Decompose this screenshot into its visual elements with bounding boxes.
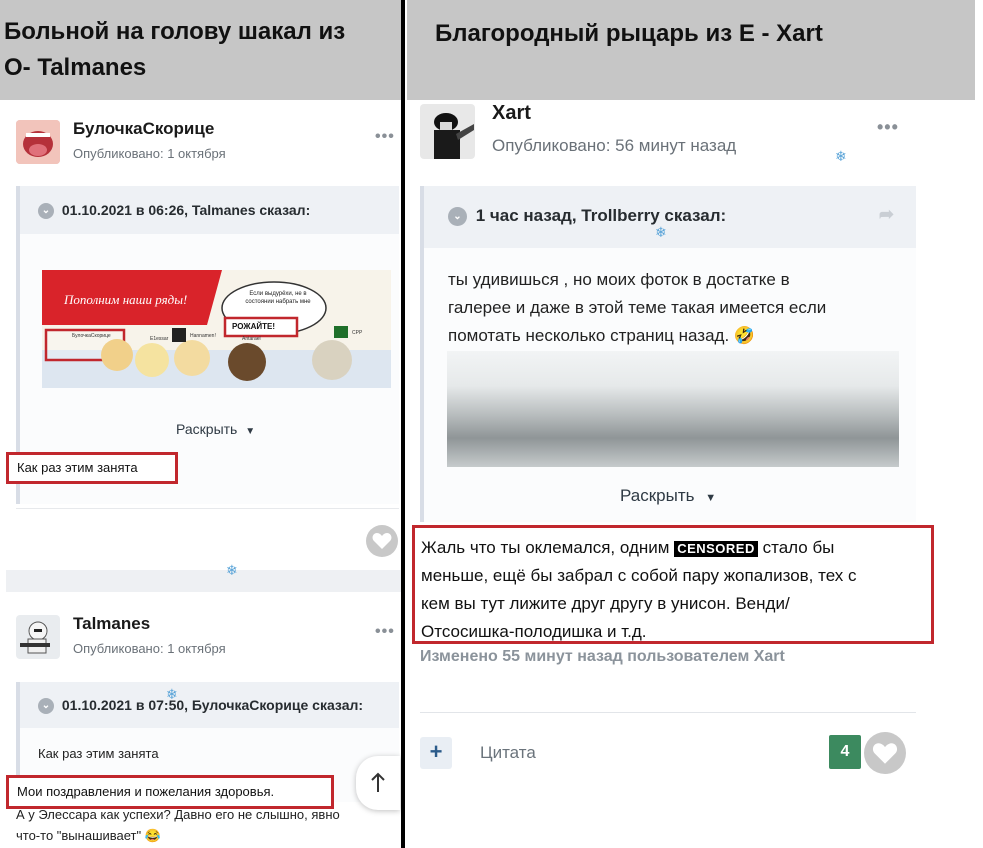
snowflake-icon: ❄: [655, 224, 667, 240]
post-published: Опубликовано: 56 минут назад: [492, 136, 737, 155]
banner-illustration-icon: [42, 270, 391, 388]
quote-header: ⌄ 1 час назад, Trollberry сказал: ➦: [424, 186, 916, 248]
avatar-trooper-icon: [16, 615, 60, 659]
quote-header: ⌄ 01.10.2021 в 07:50, БулочкаСкорице ска…: [20, 682, 399, 728]
heart-icon: [372, 533, 392, 549]
expand-button[interactable]: Раскрыть ▼: [176, 421, 255, 437]
quote-text-line: ты удивишься , но моих фоток в достатке …: [448, 270, 790, 289]
expand-button[interactable]: Раскрыть ▼: [620, 486, 716, 506]
bubble-text: Если выдурёхи, не в состоянии набрать мн…: [245, 291, 311, 305]
quote-text-line: галерее и даже в этой теме такая имеется…: [448, 298, 827, 317]
censored-badge: CENSORED: [674, 540, 758, 557]
quote-button[interactable]: Цитата: [480, 743, 536, 763]
chevron-down-icon[interactable]: ⌄: [38, 203, 54, 220]
caret-down-icon: ▼: [245, 426, 256, 437]
banner-name-5: CPP: [352, 330, 363, 336]
left-header-line2: O- Talmanes: [4, 54, 147, 81]
post-published: Опубликовано: 1 октября: [73, 641, 226, 656]
quote-header-text: 1 час назад, Trollberry сказал:: [475, 206, 727, 225]
column-divider: [401, 0, 405, 848]
heart-icon: [872, 742, 898, 764]
quoted-image[interactable]: Пополним наши ряды! Если выдурёхи, не в …: [42, 270, 391, 388]
reply-line: Жаль что ты оклемался, одним CENSORED ст…: [421, 534, 931, 562]
avatar-figure-icon: [420, 104, 475, 159]
quote-header-text: 01.10.2021 в 07:50, БулочкаСкорице сказа…: [61, 697, 364, 713]
expand-label: Раскрыть: [620, 486, 695, 505]
post-reply-text: Как раз этим занята: [6, 452, 178, 484]
reply-line: Отсосишка-полодишка и т.д.: [421, 622, 647, 641]
post-published: Опубликовано: 1 октября: [73, 146, 226, 161]
post-text-line: что-то "вынашивает" 😂: [16, 828, 161, 843]
avatar[interactable]: [16, 120, 60, 164]
post-author[interactable]: Talmanes: [73, 614, 150, 634]
banner-name-2: E1essar: [150, 336, 169, 342]
left-header-line1: Больной на голову шакал из: [4, 18, 346, 45]
divider: [16, 508, 399, 509]
post-reply-text: Мои поздравления и пожелания здоровья.: [6, 775, 334, 809]
banner-name-1: БулочкаСкорице: [72, 333, 111, 339]
avatar[interactable]: [420, 104, 475, 159]
divider: [420, 712, 916, 713]
banner-title: Пополним наши ряды!: [64, 292, 188, 307]
share-arrow-icon[interactable]: ➦: [879, 204, 894, 225]
more-options-icon[interactable]: •••: [877, 117, 899, 138]
quoted-image[interactable]: [447, 351, 899, 467]
reply-text: стало бы: [762, 538, 835, 557]
banner-name-4: Antarael: [242, 336, 261, 342]
bubble-cta: РОЖАЙТЕ!: [232, 322, 275, 331]
snowflake-icon: ❄: [835, 148, 847, 164]
more-options-icon[interactable]: •••: [375, 128, 395, 146]
quote-text-line: помотать несколько страниц назад. 🤣: [448, 326, 756, 345]
post-author[interactable]: БулочкаСкорице: [73, 119, 214, 139]
avatar-mouth-icon: [16, 120, 60, 164]
reply-text: Жаль что ты оклемался, одним: [421, 538, 670, 557]
right-header: Благородный рыцарь из E - Xart: [407, 0, 975, 100]
quote-block: ⌄ 1 час назад, Trollberry сказал: ➦ ты у…: [420, 186, 916, 522]
plus-icon: +: [429, 739, 443, 764]
caret-down-icon: ▼: [705, 492, 717, 504]
right-header-title: Благородный рыцарь из E - Xart: [435, 20, 823, 47]
quote-header-text: 01.10.2021 в 06:26, Talmanes сказал:: [61, 202, 311, 218]
left-header: Больной на голову шакал из O- Talmanes: [0, 0, 401, 100]
left-column: БулочкаСкорице Опубликовано: 1 октября •…: [0, 100, 401, 848]
scroll-top-button[interactable]: [356, 756, 400, 810]
edited-note: Изменено 55 минут назад пользователем Xa…: [420, 648, 785, 665]
snowflake-icon: ❄: [166, 686, 178, 702]
reply-text: Как раз этим занята: [17, 460, 138, 475]
post-separator: [6, 570, 401, 592]
right-column: Xart Опубликовано: 56 минут назад ••• ❄ …: [407, 100, 975, 848]
reply-line: меньше, ещё бы забрал с собой пару жопал…: [421, 566, 857, 585]
reply-line: кем вы тут лижите друг другу в унисон. В…: [421, 594, 790, 613]
post-text-line: А у Элессара как успехи? Давно его не сл…: [16, 807, 340, 822]
arrow-up-icon: [371, 772, 385, 792]
reaction-count-badge[interactable]: 4: [829, 735, 861, 769]
post-author[interactable]: Xart: [492, 102, 531, 125]
snowflake-icon: ❄: [226, 562, 238, 578]
avatar[interactable]: [16, 615, 60, 659]
like-button[interactable]: [864, 732, 906, 774]
expand-label: Раскрыть: [176, 421, 238, 437]
banner-name-3: Hannamen!: [190, 333, 216, 339]
reply-text: Мои поздравления и пожелания здоровья.: [17, 784, 275, 799]
multiquote-add-button[interactable]: +: [420, 737, 452, 769]
quote-text: Как раз этим занята: [38, 746, 159, 761]
chevron-down-icon[interactable]: ⌄: [38, 698, 54, 715]
like-button[interactable]: [366, 525, 398, 557]
more-options-icon[interactable]: •••: [375, 623, 395, 641]
quote-header: ⌄ 01.10.2021 в 06:26, Talmanes сказал:: [20, 186, 399, 234]
chevron-down-icon[interactable]: ⌄: [448, 207, 467, 227]
post-reply-text: Жаль что ты оклемался, одним CENSORED ст…: [412, 525, 934, 644]
